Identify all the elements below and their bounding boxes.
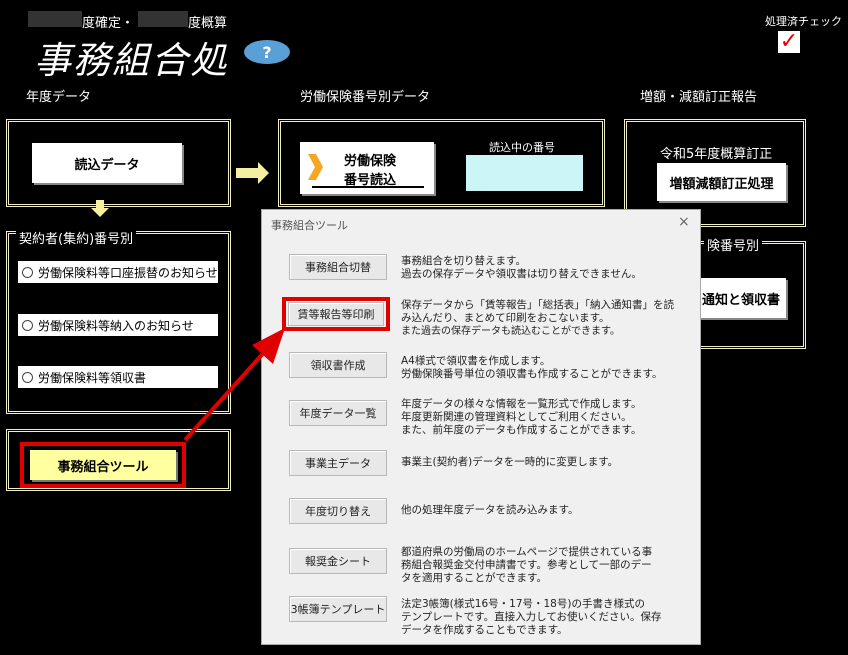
- option-label: 労働保険料等納入のお知らせ: [38, 318, 194, 333]
- option-label: 労働保険料等口座振替のお知らせ: [38, 265, 218, 280]
- read-data-button[interactable]: 読込データ: [32, 143, 182, 183]
- union-tool-dialog: 事務組合ツール × 事務組合切替 事務組合を切り替えます。 過去の保存データや領収…: [261, 209, 701, 645]
- insurance-read-button[interactable]: 労働保険 番号読込: [300, 142, 434, 194]
- radio-icon: [22, 319, 33, 331]
- processed-checkbox[interactable]: ✓: [778, 31, 800, 53]
- right-arrow-icon: [236, 162, 269, 184]
- year-switch-button[interactable]: 年度切り替え: [289, 498, 387, 524]
- union-tool-button[interactable]: 事務組合ツール: [30, 450, 176, 480]
- ledger-template-button[interactable]: 3帳簿テンプレート: [289, 596, 387, 622]
- create-receipt-desc: A4様式で領収書を作成します。 労働保険番号単位の領収書も作成することができます。: [401, 355, 663, 380]
- close-icon[interactable]: ×: [678, 214, 690, 230]
- radio-icon: [22, 266, 33, 278]
- option-label: 労働保険料等領収書: [38, 370, 147, 385]
- option-payment-notice[interactable]: 労働保険料等納入のお知らせ: [18, 314, 218, 336]
- option-account-transfer[interactable]: 労働保険料等口座振替のお知らせ: [18, 261, 218, 283]
- year-data-list-button[interactable]: 年度データ一覧: [289, 400, 387, 426]
- employer-data-button[interactable]: 事業主データ: [289, 450, 387, 476]
- create-receipt-button[interactable]: 領収書作成: [289, 352, 387, 378]
- processed-check-label: 処理済チェック: [765, 15, 842, 28]
- fiscal-label: 度確定・: [82, 16, 135, 31]
- redacted-year-block-2: [138, 11, 188, 27]
- print-reports-desc: 保存データから「賃等報告」「総括表」「納入通知書」を読 み込んだり、まとめて印刷を…: [401, 299, 674, 337]
- dialog-title: 事務組合ツール: [271, 219, 348, 232]
- section-adjust-report: 増額・減額訂正報告: [640, 90, 758, 105]
- section-insurance-data: 労働保険番号別データ: [300, 90, 431, 105]
- adjust-process-button[interactable]: 増額減額訂正処理: [657, 163, 786, 201]
- underline: [312, 186, 424, 188]
- employer-data-desc: 事業主(契約者)データを一時的に変更します。: [401, 456, 619, 468]
- fiscal-label-2: 度概算: [188, 16, 228, 31]
- year-data-list-desc: 年度データの様々な情報を一覧形式で作成します。 年度更新関連の管理資料としてご利用…: [401, 398, 642, 436]
- current-number-field: [466, 155, 583, 191]
- insurance-read-line1: 労働保険: [344, 154, 397, 169]
- reward-sheet-desc: 都道府県の労働局のホームページで提供されている事 務組合報奨金交付申請書です。参考…: [401, 546, 653, 584]
- print-reports-button[interactable]: 賃等報告等印刷: [288, 302, 384, 326]
- current-number-label: 読込中の番号: [489, 141, 555, 154]
- switch-union-button[interactable]: 事務組合切替: [289, 254, 387, 280]
- section-contractor: 契約者(集約)番号別: [16, 228, 137, 247]
- chevron-right-icon: [308, 154, 323, 180]
- redacted-year-block: [28, 11, 82, 27]
- down-arrow-icon: [91, 200, 109, 217]
- reiwa-label: 令和5年度概算訂正: [660, 147, 773, 162]
- option-receipt[interactable]: 労働保険料等領収書: [18, 366, 218, 388]
- section-year-data: 年度データ: [26, 90, 92, 105]
- year-switch-desc: 他の処理年度データを読み込みます。: [401, 504, 579, 516]
- radio-icon: [22, 371, 33, 383]
- app-title: 事務組合処: [34, 39, 229, 82]
- switch-union-desc: 事務組合を切り替えます。 過去の保存データや領収書は切り替えできません。: [401, 255, 642, 280]
- section-insurance-no: 険番号別: [704, 235, 763, 254]
- help-icon[interactable]: ?: [244, 40, 290, 64]
- reward-sheet-button[interactable]: 報奨金シート: [289, 548, 387, 574]
- ledger-template-desc: 法定3帳簿(様式16号・17号・18号)の手書き様式の テンプレートです。直接入力…: [401, 598, 662, 636]
